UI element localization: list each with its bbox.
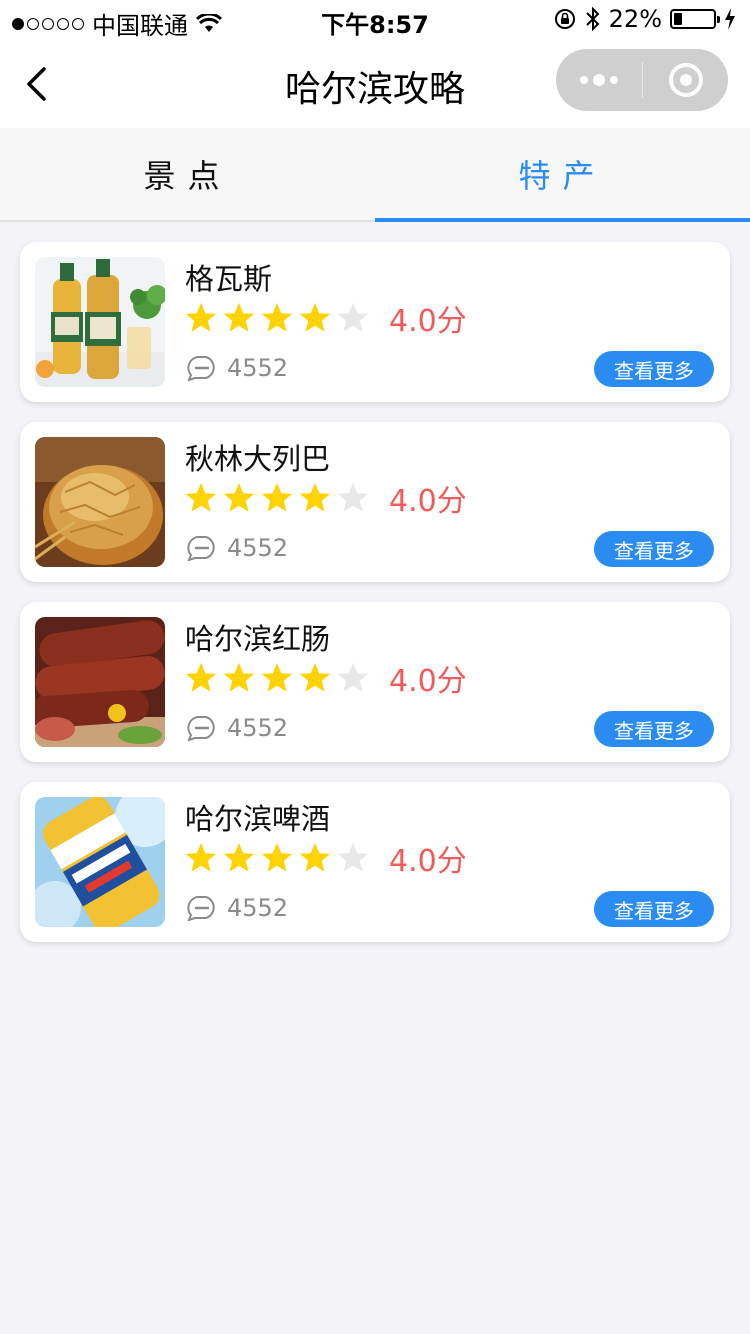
item-score: 4.0分 — [389, 484, 467, 519]
star-filled-icon — [299, 303, 331, 332]
star-filled-icon — [223, 663, 255, 692]
comment-count: 4552 — [227, 354, 289, 382]
item-image — [35, 437, 165, 567]
specialty-list: 格瓦斯 4.0分 4552 查看更多 秋林大列巴 4.0分 4552 查看更多 … — [20, 242, 730, 962]
list-item[interactable]: 哈尔滨红肠 4.0分 4552 查看更多 — [20, 602, 730, 762]
star-empty-icon — [337, 843, 369, 872]
comment-count: 4552 — [227, 714, 289, 742]
comment-row: 4552 — [185, 714, 288, 742]
comment-count: 4552 — [227, 894, 289, 922]
item-name: 格瓦斯 — [185, 262, 273, 296]
target-circle-icon — [668, 63, 703, 97]
star-filled-icon — [185, 303, 217, 332]
view-more-button[interactable]: 查看更多 — [594, 891, 714, 927]
rating-row: 4.0分 — [185, 296, 467, 340]
star-filled-icon — [261, 843, 293, 872]
list-item[interactable]: 哈尔滨啤酒 4.0分 4552 查看更多 — [20, 782, 730, 942]
star-filled-icon — [261, 303, 293, 332]
star-empty-icon — [337, 303, 369, 332]
star-filled-icon — [223, 843, 255, 872]
star-filled-icon — [299, 483, 331, 512]
comment-count: 4552 — [227, 534, 289, 562]
bluetooth-icon — [585, 6, 600, 32]
item-score: 4.0分 — [389, 304, 467, 339]
star-filled-icon — [223, 303, 255, 332]
battery-percent: 22% — [608, 5, 662, 33]
star-filled-icon — [185, 843, 217, 872]
view-more-button[interactable]: 查看更多 — [594, 351, 714, 387]
star-filled-icon — [299, 843, 331, 872]
orientation-lock-icon — [554, 9, 575, 29]
item-image — [35, 257, 165, 387]
status-bar: 中国联通 下午8:57 22% — [0, 0, 750, 40]
harbin-beer-image — [35, 797, 165, 927]
comment-icon — [187, 536, 215, 561]
mini-program-capsule — [556, 49, 728, 111]
rating-row: 4.0分 — [185, 656, 467, 700]
star-rating — [185, 482, 369, 514]
comment-row: 4552 — [185, 354, 288, 382]
item-score: 4.0分 — [389, 844, 467, 879]
star-empty-icon — [337, 663, 369, 692]
comment-row: 4552 — [185, 534, 288, 562]
item-name: 秋林大列巴 — [185, 442, 331, 476]
comment-icon — [187, 356, 215, 381]
rating-row: 4.0分 — [185, 836, 467, 880]
tab-label: 特产 — [518, 157, 607, 195]
active-tab-indicator — [375, 218, 750, 222]
battery-icon — [670, 9, 720, 29]
star-rating — [185, 662, 369, 694]
list-item[interactable]: 格瓦斯 4.0分 4552 查看更多 — [20, 242, 730, 402]
bread-loaf-image — [35, 437, 165, 567]
star-filled-icon — [261, 483, 293, 512]
item-score: 4.0分 — [389, 664, 467, 699]
status-right: 22% — [553, 5, 736, 33]
view-more-button[interactable]: 查看更多 — [594, 711, 714, 747]
navigation-bar: 哈尔滨攻略 — [0, 40, 750, 128]
item-image — [35, 797, 165, 927]
comment-icon — [187, 896, 215, 921]
tab-bar: 景点 特产 — [0, 128, 750, 222]
comment-row: 4552 — [185, 894, 288, 922]
list-item[interactable]: 秋林大列巴 4.0分 4552 查看更多 — [20, 422, 730, 582]
comment-icon — [187, 716, 215, 741]
red-sausage-image — [35, 617, 165, 747]
tab-scenic-spots[interactable]: 景点 — [0, 128, 375, 220]
more-dots-icon — [610, 76, 618, 84]
tab-specialties[interactable]: 特产 — [375, 128, 750, 222]
star-filled-icon — [223, 483, 255, 512]
item-image — [35, 617, 165, 747]
star-filled-icon — [185, 663, 217, 692]
star-rating — [185, 302, 369, 334]
close-mini-program-button[interactable] — [643, 49, 728, 111]
view-more-button[interactable]: 查看更多 — [594, 531, 714, 567]
more-dots-icon — [580, 76, 588, 84]
kvass-bottles-image — [35, 257, 165, 387]
more-dots-icon — [593, 74, 605, 86]
item-name: 哈尔滨红肠 — [185, 622, 331, 656]
star-filled-icon — [299, 663, 331, 692]
star-rating — [185, 842, 369, 874]
star-filled-icon — [261, 663, 293, 692]
more-menu-button[interactable] — [556, 49, 642, 111]
star-filled-icon — [185, 483, 217, 512]
rating-row: 4.0分 — [185, 476, 467, 520]
star-empty-icon — [337, 483, 369, 512]
tab-label: 景点 — [143, 157, 232, 195]
item-name: 哈尔滨啤酒 — [185, 802, 331, 836]
charging-icon — [725, 8, 735, 30]
